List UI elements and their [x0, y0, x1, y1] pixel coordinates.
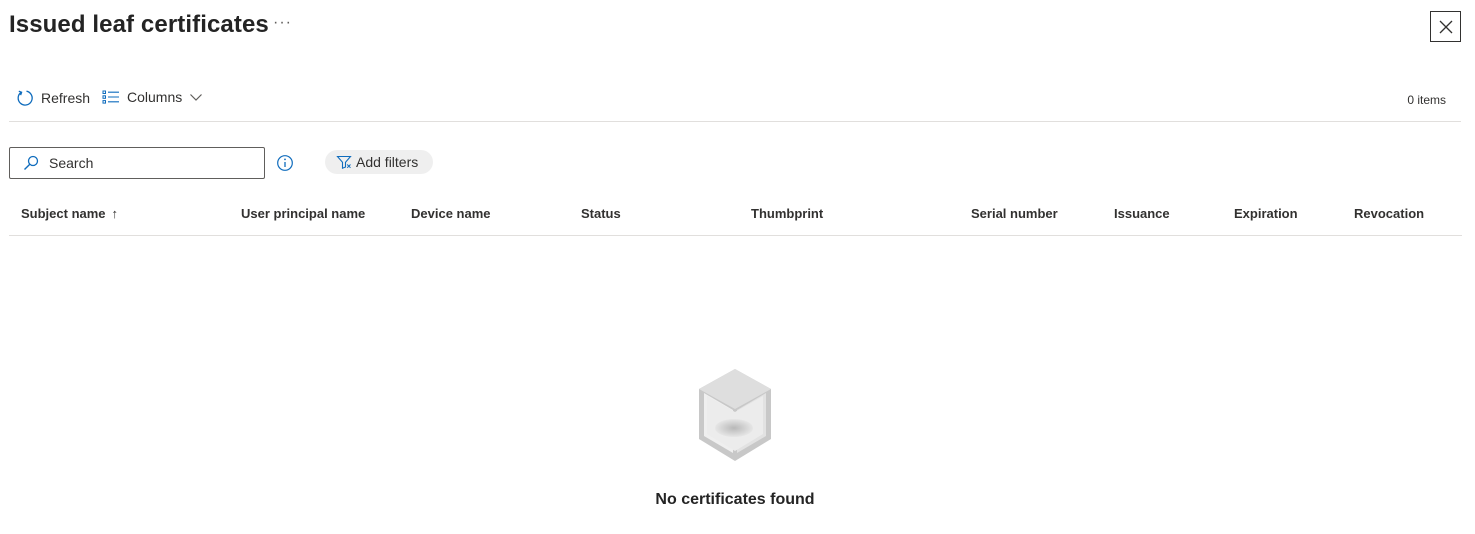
close-button[interactable]: [1430, 11, 1461, 42]
more-options-button[interactable]: ···: [273, 14, 292, 32]
column-header-status[interactable]: Status: [581, 206, 621, 221]
column-header-device-name[interactable]: Device name: [411, 206, 491, 221]
column-header-revocation[interactable]: Revocation: [1354, 206, 1424, 221]
refresh-icon: [17, 90, 33, 106]
add-filters-button[interactable]: Add filters: [325, 150, 434, 174]
sort-ascending-icon: ↑: [111, 206, 119, 221]
column-header-user-principal-name[interactable]: User principal name: [241, 206, 365, 221]
empty-cube-icon: [699, 369, 771, 461]
column-header-issuance[interactable]: Issuance: [1114, 206, 1170, 221]
close-icon: [1439, 20, 1452, 33]
column-header-subject-name[interactable]: Subject name ↑: [21, 206, 118, 221]
column-label: Serial number: [971, 206, 1058, 221]
items-count: 0 items: [1407, 93, 1446, 107]
empty-message: No certificates found: [655, 491, 815, 508]
empty-state: No certificates found: [600, 365, 870, 509]
table-header: Subject name ↑ User principal name Devic…: [9, 195, 1462, 236]
add-filters-label: Add filters: [356, 154, 419, 170]
column-label: User principal name: [241, 206, 366, 221]
columns-label: Columns: [127, 89, 183, 105]
column-label: Status: [581, 206, 621, 221]
column-label: Thumbprint: [751, 206, 824, 221]
column-label: Subject name: [21, 206, 106, 221]
column-header-serial-number[interactable]: Serial number: [971, 206, 1058, 221]
command-bar: Refresh Columns 0 items: [9, 82, 1461, 122]
search-icon: [23, 155, 39, 171]
column-label: Expiration: [1234, 206, 1298, 221]
refresh-button[interactable]: Refresh: [16, 89, 90, 107]
column-label: Issuance: [1114, 206, 1170, 221]
filter-icon: [336, 155, 352, 170]
column-header-thumbprint[interactable]: Thumbprint: [751, 206, 823, 221]
list-columns-icon: [102, 90, 119, 104]
info-icon[interactable]: [276, 154, 294, 177]
column-label: Revocation: [1354, 206, 1425, 221]
column-label: Device name: [411, 206, 491, 221]
chevron-down-icon: [190, 94, 203, 101]
search-input[interactable]: [47, 154, 251, 172]
columns-button[interactable]: Columns: [102, 89, 203, 105]
column-header-expiration[interactable]: Expiration: [1234, 206, 1298, 221]
page-title: Issued leaf certificates: [9, 11, 269, 38]
search-box[interactable]: [9, 147, 265, 179]
refresh-label: Refresh: [41, 90, 91, 106]
